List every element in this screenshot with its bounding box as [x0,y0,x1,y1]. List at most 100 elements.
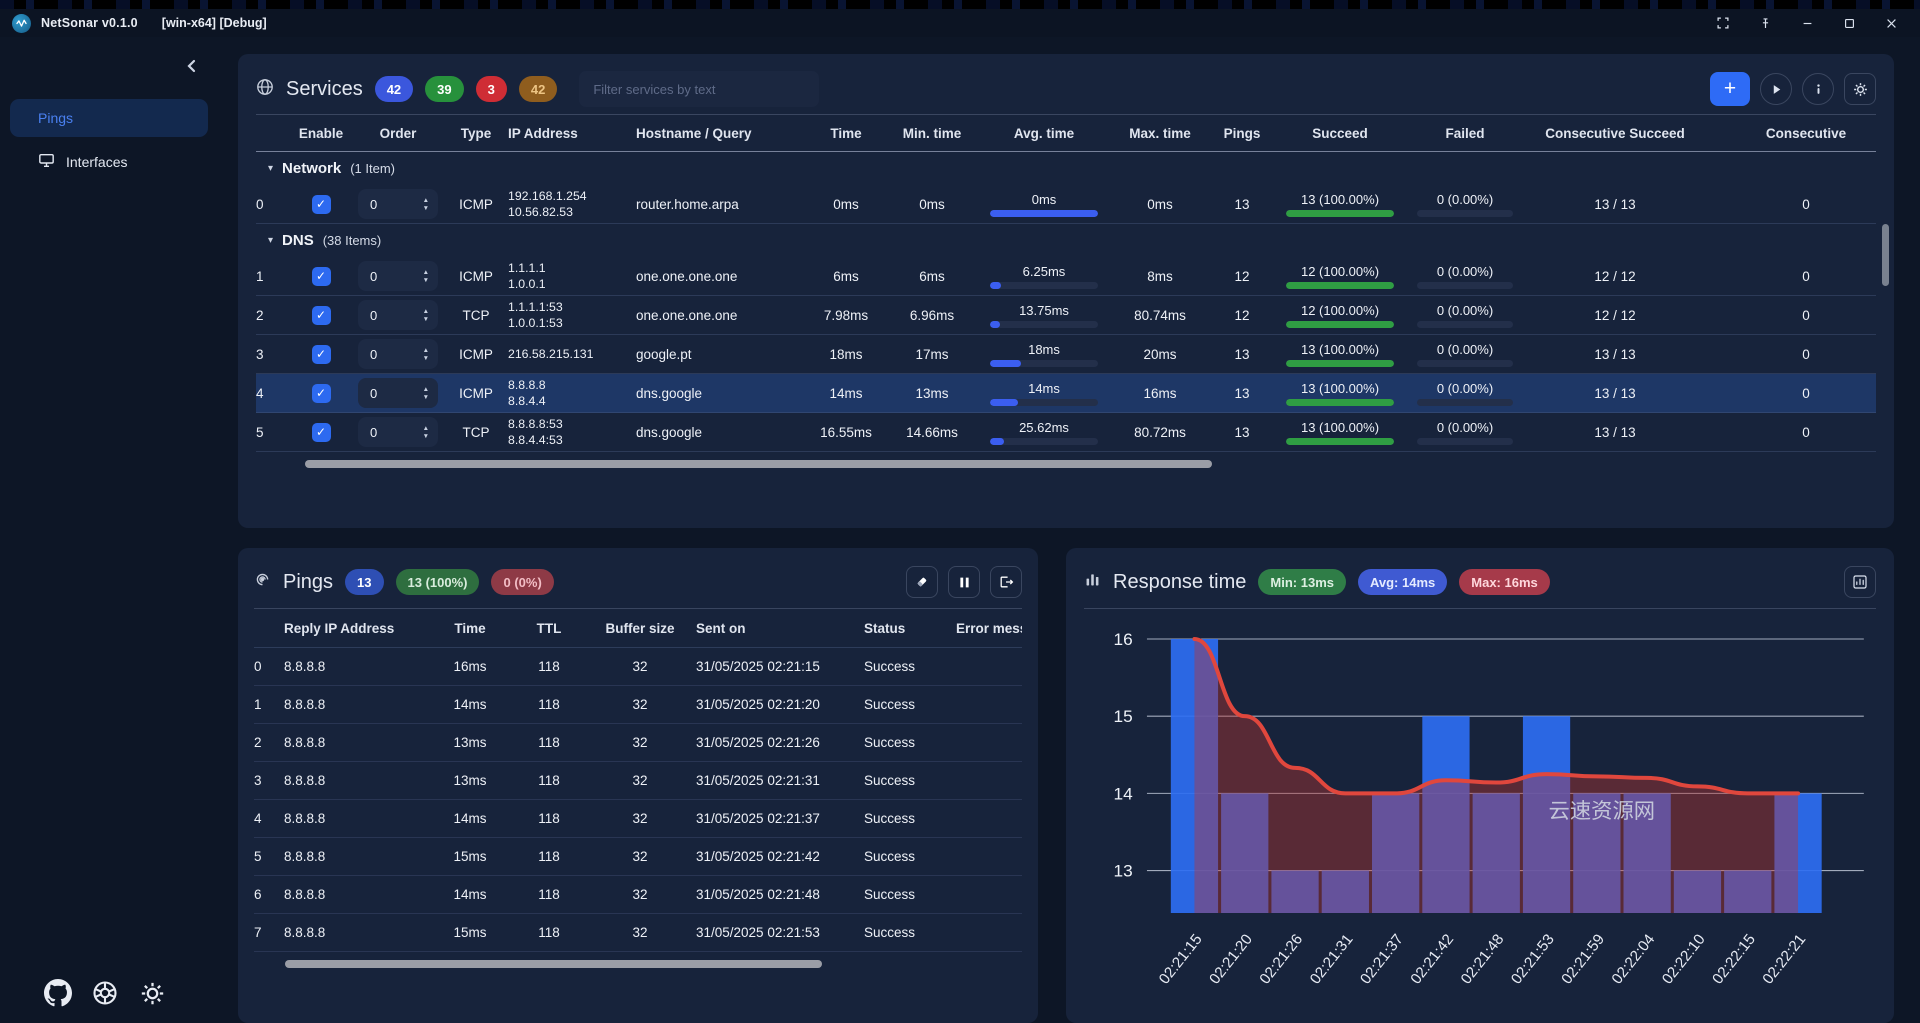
settings-gear-icon[interactable] [136,977,168,1009]
column-header[interactable]: Avg. time [1014,126,1074,141]
spinner-up-icon[interactable]: ▲ [423,347,429,354]
service-row[interactable]: 4✓0▲▼ICMP8.8.8.88.8.4.4dns.google14ms13m… [256,374,1876,413]
spinner-arrows-icon[interactable]: ▲▼ [423,269,429,284]
column-header[interactable]: Order [380,126,417,141]
column-header[interactable]: Succeed [1312,126,1368,141]
order-spinner[interactable]: 0▲▼ [358,417,438,447]
service-row[interactable]: 2✓0▲▼TCP1.1.1.1:531.0.0.1:53one.one.one.… [256,296,1876,335]
spinner-up-icon[interactable]: ▲ [423,308,429,315]
column-header[interactable]: Status [864,621,905,636]
enable-checkbox[interactable]: ✓ [312,267,331,286]
spinner-down-icon[interactable]: ▼ [423,394,429,401]
spinner-up-icon[interactable]: ▲ [423,197,429,204]
pause-button[interactable] [948,566,980,598]
column-header[interactable]: Error message [956,621,1022,636]
column-header[interactable]: Hostname / Query [636,126,752,141]
ping-row[interactable]: 48.8.8.814ms1183231/05/2025 02:21:37Succ… [254,800,1022,838]
maximize-button[interactable] [1832,12,1866,34]
column-header[interactable]: Consecutive [1766,126,1846,141]
spinner-down-icon[interactable]: ▼ [423,277,429,284]
column-header[interactable]: Min. time [903,126,962,141]
spinner-arrows-icon[interactable]: ▲▼ [423,386,429,401]
sidebar-item-pings[interactable]: Pings [10,99,208,137]
chart-options-button[interactable] [1844,566,1876,598]
spinner-down-icon[interactable]: ▼ [423,433,429,440]
spinner-arrows-icon[interactable]: ▲▼ [423,347,429,362]
enable-checkbox[interactable]: ✓ [312,384,331,403]
enable-checkbox[interactable]: ✓ [312,195,331,214]
column-header[interactable]: Time [454,621,485,636]
column-header[interactable]: Type [461,126,492,141]
fullscreen-icon[interactable] [1706,12,1740,34]
scrollbar-thumb[interactable] [285,960,823,968]
column-header[interactable]: Time [830,126,861,141]
column-header[interactable]: Pings [1224,126,1261,141]
column-header[interactable]: Buffer size [605,621,674,636]
spinner-arrows-icon[interactable]: ▲▼ [423,308,429,323]
column-header[interactable]: Sent on [696,621,746,636]
spinner-up-icon[interactable]: ▲ [423,425,429,432]
github-icon[interactable] [42,977,74,1009]
ping-row[interactable]: 08.8.8.816ms1183231/05/2025 02:21:15Succ… [254,648,1022,686]
export-button[interactable] [990,566,1022,598]
spinner-down-icon[interactable]: ▼ [423,205,429,212]
spinner-up-icon[interactable]: ▲ [423,386,429,393]
order-spinner[interactable]: 0▲▼ [358,300,438,330]
column-header[interactable]: Enable [299,126,343,141]
pings-horizontal-scrollbar[interactable] [254,960,1022,968]
ping-row[interactable]: 68.8.8.814ms1183231/05/2025 02:21:48Succ… [254,876,1022,914]
info-button[interactable] [1802,73,1834,105]
reply-ip-cell: 8.8.8.8 [284,925,325,940]
order-spinner[interactable]: 0▲▼ [358,189,438,219]
order-spinner[interactable]: 0▲▼ [358,339,438,369]
column-header[interactable]: Consecutive Succeed [1545,126,1685,141]
enable-checkbox[interactable]: ✓ [312,345,331,364]
group-name: Network [282,160,341,177]
column-header[interactable]: Reply IP Address [284,621,394,636]
ping-row[interactable]: 78.8.8.815ms1183231/05/2025 02:21:53Succ… [254,914,1022,952]
ping-row[interactable]: 28.8.8.813ms1183231/05/2025 02:21:26Succ… [254,724,1022,762]
service-group-row[interactable]: ▾Network(1 Item) [256,152,1876,185]
ping-row[interactable]: 38.8.8.813ms1183231/05/2025 02:21:31Succ… [254,762,1022,800]
column-header[interactable]: Max. time [1129,126,1191,141]
collapse-caret-icon[interactable]: ▾ [268,235,273,246]
run-all-button[interactable] [1760,73,1792,105]
ping-row[interactable]: 58.8.8.815ms1183231/05/2025 02:21:42Succ… [254,838,1022,876]
service-row[interactable]: 1✓0▲▼ICMP1.1.1.11.0.0.1one.one.one.one6m… [256,257,1876,296]
sidebar-collapse-button[interactable] [182,57,200,75]
spinner-up-icon[interactable]: ▲ [423,269,429,276]
collapse-caret-icon[interactable]: ▾ [268,163,273,174]
ping-row[interactable]: 18.8.8.814ms1183231/05/2025 02:21:20Succ… [254,686,1022,724]
column-header[interactable]: Failed [1445,126,1484,141]
clear-pings-button[interactable] [906,566,938,598]
filter-services-input[interactable] [579,71,819,107]
spinner-arrows-icon[interactable]: ▲▼ [423,197,429,212]
order-spinner[interactable]: 0▲▼ [358,261,438,291]
service-row[interactable]: 3✓0▲▼ICMP216.58.215.131google.pt18ms17ms… [256,335,1876,374]
spinner-down-icon[interactable]: ▼ [423,355,429,362]
service-row[interactable]: 0✓0▲▼ICMP192.168.1.25410.56.82.53router.… [256,185,1876,224]
max-time-cell: 0ms [1147,197,1173,212]
spinner-down-icon[interactable]: ▼ [423,316,429,323]
order-spinner[interactable]: 0▲▼ [358,378,438,408]
service-group-row[interactable]: ▾DNS(38 Items) [256,224,1876,257]
close-button[interactable] [1874,12,1908,34]
service-row[interactable]: 5✓0▲▼TCP8.8.8.8:538.8.4.4:53dns.google16… [256,413,1876,452]
column-header[interactable]: TTL [537,621,562,636]
services-horizontal-scrollbar[interactable] [256,460,1876,468]
enable-checkbox[interactable]: ✓ [312,306,331,325]
x-tick-label: 02:21:59 [1558,931,1608,987]
minimize-button[interactable] [1790,12,1824,34]
sidebar-item-interfaces[interactable]: Interfaces [10,143,208,181]
add-service-button[interactable]: + [1710,72,1750,106]
spinner-arrows-icon[interactable]: ▲▼ [423,425,429,440]
services-vertical-scrollbar[interactable] [1882,224,1889,286]
community-wheel-icon[interactable] [89,977,121,1009]
column-header[interactable]: IP Address [508,126,578,141]
avg-time-cell: 18ms [978,342,1110,367]
enable-checkbox[interactable]: ✓ [312,423,331,442]
services-settings-button[interactable] [1844,73,1876,105]
time-cell: 18ms [829,347,862,362]
pin-icon[interactable] [1748,12,1782,34]
scrollbar-thumb[interactable] [305,460,1212,468]
